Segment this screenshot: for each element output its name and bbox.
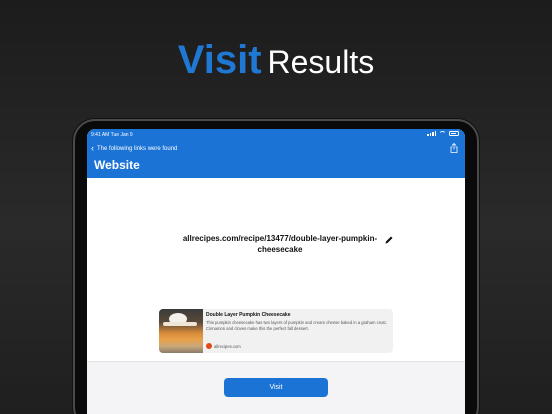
share-icon[interactable]	[450, 143, 458, 153]
status-time: 9:41 AM Tue Jan 9	[91, 132, 133, 138]
site-favicon-icon	[206, 343, 212, 349]
preview-title: Double Layer Pumpkin Cheesecake	[206, 312, 291, 318]
back-label: The following links were found	[97, 145, 178, 152]
page-title: Website	[94, 158, 140, 172]
preview-image	[159, 309, 203, 353]
tablet-screen: 9:41 AM Tue Jan 9 ‹ The following links …	[87, 129, 465, 414]
back-button[interactable]: ‹ The following links were found	[91, 144, 177, 153]
headline: Visit Results	[0, 38, 552, 83]
status-bar: 9:41 AM Tue Jan 9	[87, 131, 465, 141]
status-icons	[427, 131, 459, 136]
bottom-action-bar: Visit	[87, 361, 465, 414]
headline-accent: Visit	[177, 38, 262, 82]
visit-button[interactable]: Visit	[224, 378, 328, 397]
pencil-icon[interactable]	[384, 235, 394, 245]
headline-rest: Results	[267, 44, 375, 80]
preview-source: allrecipes.com	[206, 343, 241, 349]
url-text: allrecipes.com/recipe/13477/double-layer…	[182, 234, 378, 254]
wifi-icon	[439, 131, 446, 136]
link-preview-card[interactable]: Double Layer Pumpkin Cheesecake This pum…	[159, 309, 393, 353]
chevron-left-icon: ‹	[91, 143, 94, 153]
preview-source-label: allrecipes.com	[214, 343, 241, 349]
battery-icon	[449, 131, 459, 136]
preview-description: This pumpkin cheesecake has two layers o…	[206, 320, 387, 331]
signal-icon	[427, 131, 436, 136]
navigation-bar: 9:41 AM Tue Jan 9 ‹ The following links …	[87, 129, 465, 178]
